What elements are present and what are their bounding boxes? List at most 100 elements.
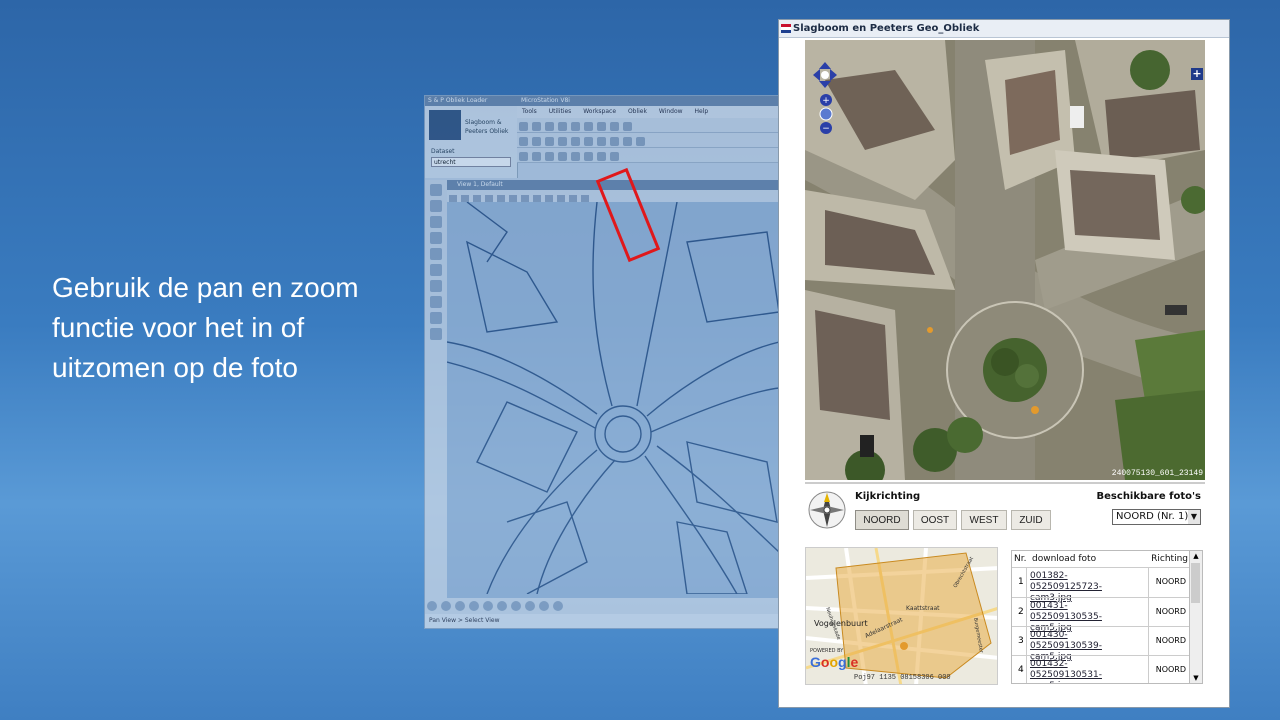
tool-icon[interactable]	[597, 152, 606, 161]
chevron-down-icon: ▼	[1188, 510, 1200, 524]
row-direction: NOORD	[1155, 577, 1186, 586]
direction-noord-button[interactable]: NOORD	[855, 510, 909, 530]
cad-map-drawing	[446, 201, 779, 595]
map-label-vogelenbuurt: Vogelenbuurt	[814, 619, 868, 628]
menu-tools[interactable]: Tools	[522, 108, 537, 115]
tool-icon[interactable]	[623, 122, 632, 131]
download-photo-link[interactable]: 001432-052509130531-cam5.jpg	[1030, 659, 1130, 683]
kijkrichting-label: Kijkrichting	[855, 491, 921, 502]
view-control-icon[interactable]	[427, 601, 437, 611]
geo-title-bar: Slagboom en Peeters Geo_Obliek	[779, 20, 1229, 38]
menu-help[interactable]: Help	[694, 108, 708, 115]
geo-obliek-window: Slagboom en Peeters Geo_Obliek 240075130…	[778, 19, 1230, 708]
tool-icon[interactable]	[571, 152, 580, 161]
menu-utilities[interactable]: Utilities	[549, 108, 572, 115]
status-bar: Pan View > Select View	[425, 614, 779, 628]
menu-workspace[interactable]: Workspace	[583, 108, 616, 115]
table-scrollbar[interactable]: ▲ ▼	[1189, 551, 1202, 683]
tool-icon[interactable]	[430, 248, 442, 260]
tools-sidebar	[425, 180, 448, 598]
photo-select[interactable]: NOORD (Nr. 1) ▼	[1112, 509, 1201, 525]
row-direction: NOORD	[1155, 607, 1186, 616]
tool-icon[interactable]	[545, 137, 554, 146]
view-control-icon[interactable]	[511, 601, 521, 611]
scroll-up-icon[interactable]: ▲	[1190, 551, 1202, 561]
tool-icon[interactable]	[430, 328, 442, 340]
dataset-select[interactable]: utrecht	[431, 157, 511, 167]
tool-icon[interactable]	[584, 122, 593, 131]
tool-icon[interactable]	[519, 152, 528, 161]
direction-zuid-button[interactable]: ZUID	[1011, 510, 1051, 530]
toolbar-row-3	[517, 148, 779, 163]
tool-icon[interactable]	[597, 137, 606, 146]
photo-select-value: NOORD (Nr. 1)	[1116, 511, 1189, 522]
table-row: 3 001430-052509130539-cam5.jpg NOORD	[1012, 626, 1190, 662]
tool-icon[interactable]	[623, 137, 632, 146]
tool-icon[interactable]	[558, 122, 567, 131]
menu-obliek[interactable]: Obliek	[628, 108, 647, 115]
tool-icon[interactable]	[430, 232, 442, 244]
aerial-photo-image	[805, 40, 1205, 480]
zoom-control-icon[interactable]: + −	[819, 94, 833, 134]
tool-icon[interactable]	[532, 137, 541, 146]
tool-icon[interactable]	[584, 137, 593, 146]
tool-icon[interactable]	[584, 152, 593, 161]
svg-text:−: −	[822, 124, 830, 134]
tool-icon[interactable]	[610, 152, 619, 161]
view-control-icon[interactable]	[497, 601, 507, 611]
microstation-menubar: Tools Utilities Workspace Obliek Window …	[517, 106, 779, 118]
row-number: 3	[1018, 636, 1024, 646]
pan-arrows-icon[interactable]	[813, 62, 837, 88]
view-control-icon[interactable]	[525, 601, 535, 611]
caption-line-3: uitzomen op de foto	[52, 352, 298, 383]
tool-icon[interactable]	[545, 152, 554, 161]
tool-icon[interactable]	[558, 137, 567, 146]
view-control-icon[interactable]	[455, 601, 465, 611]
cad-drawing-canvas[interactable]	[446, 201, 779, 598]
loader-company-name: Slagboom & Peeters Obliek	[465, 119, 509, 135]
tool-icon[interactable]	[519, 122, 528, 131]
tutorial-caption: Gebruik de pan en zoom functie voor het …	[52, 268, 422, 388]
menu-window[interactable]: Window	[659, 108, 683, 115]
tool-icon[interactable]	[532, 122, 541, 131]
scroll-down-icon[interactable]: ▼	[1190, 673, 1202, 683]
caption-line-1: Gebruik de pan en zoom	[52, 272, 359, 303]
view-control-icon[interactable]	[539, 601, 549, 611]
tool-icon[interactable]	[430, 312, 442, 324]
tool-icon[interactable]	[430, 200, 442, 212]
tool-icon[interactable]	[571, 122, 580, 131]
view-control-icon[interactable]	[469, 601, 479, 611]
direction-oost-button[interactable]: OOST	[913, 510, 957, 530]
tool-icon[interactable]	[610, 137, 619, 146]
view-control-icon[interactable]	[441, 601, 451, 611]
tool-icon[interactable]	[430, 264, 442, 276]
tool-icon[interactable]	[430, 216, 442, 228]
tool-icon[interactable]	[545, 122, 554, 131]
divider	[805, 482, 1205, 484]
tool-icon[interactable]	[571, 137, 580, 146]
row-number: 1	[1018, 577, 1024, 587]
row-number: 2	[1018, 607, 1024, 617]
overview-map[interactable]: Vogelenbuurt Kaattstraat Adelaarstraat O…	[805, 547, 998, 685]
select-tool-icon[interactable]	[430, 184, 442, 196]
tool-icon[interactable]	[597, 122, 606, 131]
beschikbare-fotos-label: Beschikbare foto's	[1096, 491, 1201, 502]
tool-icon[interactable]	[430, 296, 442, 308]
tool-icon[interactable]	[558, 152, 567, 161]
expand-plus-button[interactable]: +	[1191, 68, 1203, 80]
tool-icon[interactable]	[610, 122, 619, 131]
tool-icon[interactable]	[532, 152, 541, 161]
microstation-title: MicroStation V8i	[517, 96, 779, 106]
photo-coordinates: 240075130_601_23149	[1111, 469, 1203, 478]
tool-icon[interactable]	[519, 137, 528, 146]
scroll-thumb[interactable]	[1191, 563, 1200, 603]
oblique-aerial-photo[interactable]: 240075130_601_23149 + − +	[805, 40, 1205, 480]
view-control-icon[interactable]	[553, 601, 563, 611]
dutch-flag-icon	[781, 24, 791, 33]
direction-west-button[interactable]: WEST	[961, 510, 1007, 530]
tool-icon[interactable]	[430, 280, 442, 292]
view-control-icon[interactable]	[483, 601, 493, 611]
header-richting: Richting	[1151, 554, 1188, 564]
microstation-window: S & P Obliek Loader Slagboom & Peeters O…	[424, 95, 780, 629]
tool-icon[interactable]	[636, 137, 645, 146]
